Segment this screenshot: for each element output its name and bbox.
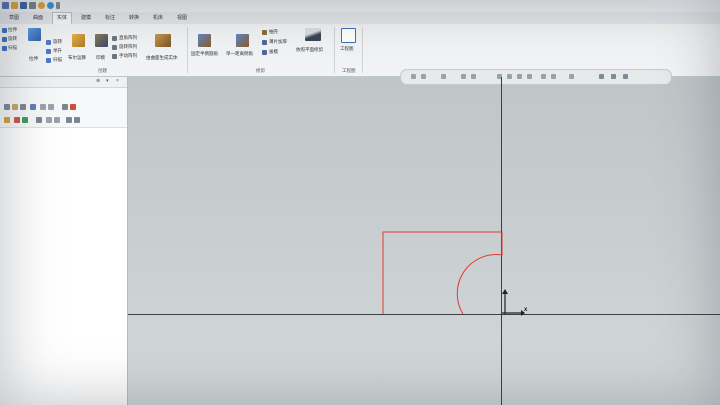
imprint-icon[interactable] xyxy=(95,34,108,47)
solid-from-surface-icon[interactable] xyxy=(155,34,171,47)
tab-machine[interactable]: 机床 xyxy=(150,13,166,23)
sweep-label[interactable]: 扫描 xyxy=(53,57,62,63)
sketch-profile xyxy=(382,231,503,315)
sweep-icon xyxy=(46,58,51,63)
sketch-geometry[interactable] xyxy=(128,77,720,405)
tab-annotation[interactable]: 标注 xyxy=(102,13,118,23)
drawing-icon[interactable] xyxy=(341,28,356,43)
pin-icon[interactable]: ⊕ xyxy=(96,78,100,84)
shell-label[interactable]: 抽壳 xyxy=(269,29,278,35)
panel-header: ⊕ ▾ × xyxy=(0,77,127,88)
manual-pattern-label[interactable]: 手动阵列 xyxy=(119,53,137,59)
rotate-pattern-label[interactable]: 旋转阵列 xyxy=(119,44,137,50)
tree-tool-icon[interactable] xyxy=(20,104,26,110)
tab-view[interactable]: 视图 xyxy=(174,13,190,23)
shell-icon xyxy=(262,30,267,35)
sketch-revolve-icon xyxy=(2,37,7,42)
group-separator-2 xyxy=(334,27,335,73)
sketch-tool-2[interactable]: 旋转 xyxy=(8,36,17,42)
redo-icon[interactable] xyxy=(47,2,54,9)
extrude-label[interactable]: 拉伸 xyxy=(29,56,38,62)
group-create-label: 创建 xyxy=(98,68,107,73)
tree-tool-icon[interactable] xyxy=(46,117,52,123)
tree-tool-icon[interactable] xyxy=(54,117,60,123)
sketch-tool-1[interactable]: 拉伸 xyxy=(8,27,17,33)
group-drawing-label: 工程图 xyxy=(342,68,356,73)
tree-tool-icon[interactable] xyxy=(14,117,20,123)
undo-icon[interactable] xyxy=(38,2,45,9)
drawing-label[interactable]: 工程图 xyxy=(340,46,354,52)
thicken-icon xyxy=(262,40,267,45)
sketch-tool-3[interactable]: 扫描 xyxy=(8,45,17,51)
graphics-viewport[interactable]: x y xyxy=(128,69,720,405)
cad-application-window: 草图 曲面 实体 建模 标注 转换 机床 视图 拉伸 旋转 扫描 拉伸 旋转 举… xyxy=(0,0,720,405)
group-separator-3 xyxy=(362,27,363,73)
rotate-pattern-icon xyxy=(112,45,117,50)
tree-tool-icon[interactable] xyxy=(4,117,10,123)
tab-surface[interactable]: 曲面 xyxy=(30,13,46,23)
chamfer-icon[interactable] xyxy=(236,34,249,47)
imprint-label[interactable]: 印模 xyxy=(96,55,105,61)
origin-y-arrowhead xyxy=(502,289,508,294)
revolve-label[interactable]: 旋转 xyxy=(53,39,62,45)
thicken-label[interactable]: 薄片加厚 xyxy=(269,39,287,45)
group-modify-label: 修剪 xyxy=(256,68,265,73)
loft-icon xyxy=(46,49,51,54)
tab-modeling[interactable]: 建模 xyxy=(78,13,94,23)
tree-tool-icon[interactable] xyxy=(74,117,80,123)
solid-from-surface-label[interactable]: 由曲面生成实体 xyxy=(146,55,178,61)
tree-tool-icon[interactable] xyxy=(66,117,72,123)
draft-icon xyxy=(262,50,267,55)
tree-tool-icon[interactable] xyxy=(48,104,54,110)
fillet-label[interactable]: 固定半倒圆角 xyxy=(191,51,218,57)
tree-tool-icon[interactable] xyxy=(22,117,28,123)
open-file-icon[interactable] xyxy=(11,2,18,9)
manual-pattern-icon xyxy=(112,54,117,59)
tree-tool-icon[interactable] xyxy=(62,104,68,110)
tree-tool-icon[interactable] xyxy=(40,104,46,110)
quick-access-toolbar xyxy=(0,0,720,12)
manager-panel: ⊕ ▾ × xyxy=(0,77,128,405)
extrude-icon[interactable] xyxy=(28,28,41,41)
tree-tool-icon[interactable] xyxy=(70,104,76,110)
rect-pattern-label[interactable]: 直角阵列 xyxy=(119,35,137,41)
tree-tool-icon[interactable] xyxy=(36,117,42,123)
tree-tool-icon[interactable] xyxy=(12,104,18,110)
chamfer-label[interactable]: 单一距离倒角 xyxy=(226,51,253,57)
print-icon[interactable] xyxy=(29,2,36,9)
boolean-icon[interactable] xyxy=(72,34,85,47)
boolean-label[interactable]: 布尔运算 xyxy=(68,55,86,61)
plane-trim-icon[interactable] xyxy=(305,28,321,41)
sketch-sweep-icon xyxy=(2,46,7,51)
x-axis-label: x xyxy=(524,307,528,313)
draft-label[interactable]: 拔模 xyxy=(269,49,278,55)
save-icon[interactable] xyxy=(20,2,27,9)
panel-dropdown[interactable]: ▾ xyxy=(106,78,109,84)
panel-close[interactable]: × xyxy=(116,78,119,84)
tree-tool-icon[interactable] xyxy=(30,104,36,110)
tab-sketch[interactable]: 草图 xyxy=(6,13,22,23)
fillet-icon[interactable] xyxy=(198,34,211,47)
operations-tree[interactable] xyxy=(0,127,127,405)
sketch-extrude-icon xyxy=(2,28,7,33)
plane-trim-label[interactable]: 依照平面修剪 xyxy=(296,47,323,53)
loft-label[interactable]: 举升 xyxy=(53,48,62,54)
dropdown-icon[interactable] xyxy=(56,2,60,9)
tab-transform[interactable]: 转换 xyxy=(126,13,142,23)
group-separator xyxy=(187,27,188,73)
rect-pattern-icon xyxy=(112,36,117,41)
new-file-icon[interactable] xyxy=(2,2,9,9)
tree-tool-icon[interactable] xyxy=(4,104,10,110)
revolve-icon xyxy=(46,40,51,45)
